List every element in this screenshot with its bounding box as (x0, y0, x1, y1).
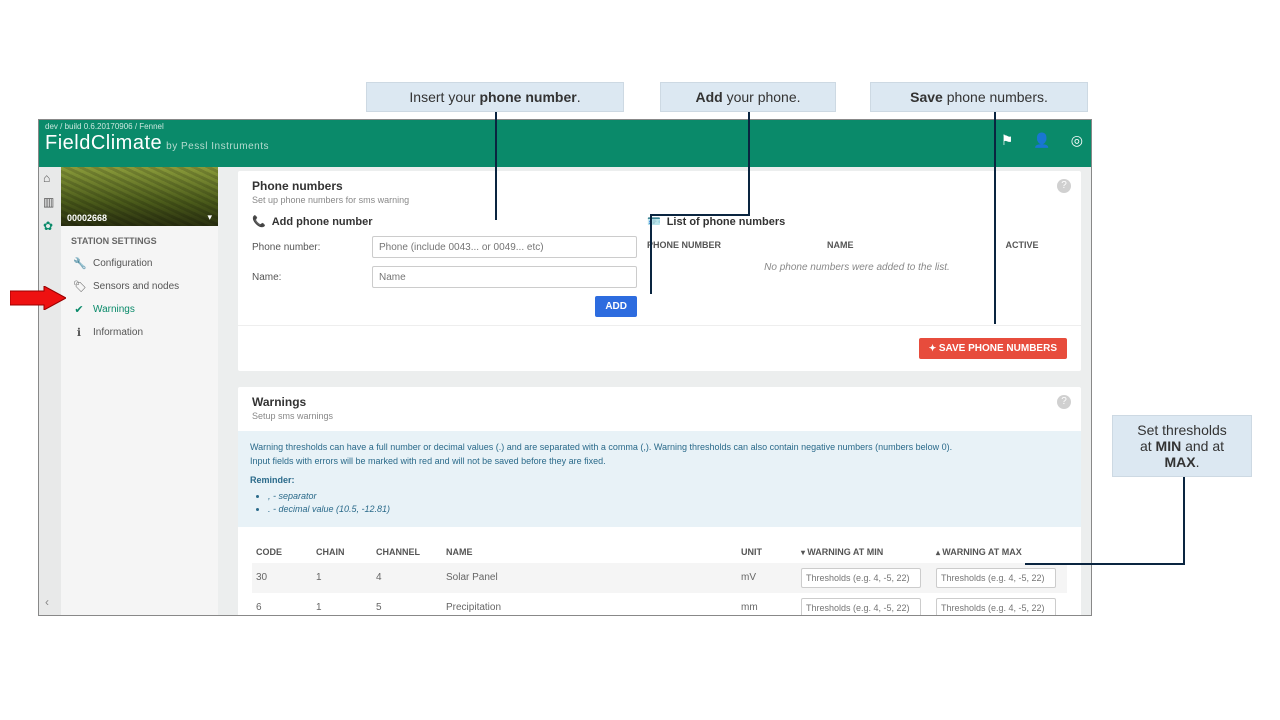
phone-name-input[interactable] (372, 266, 637, 288)
phone-number-input[interactable] (372, 236, 637, 258)
phone-subtitle: Set up phone numbers for sms warning (252, 195, 1067, 205)
station-dropdown-icon[interactable]: ▾ (207, 212, 212, 223)
station-id: 00002668 (67, 213, 107, 223)
warnings-info-box: Warning thresholds can have a full numbe… (238, 431, 1081, 527)
sidebar-header: STATION SETTINGS (61, 226, 218, 252)
callout-save-phone: Save phone numbers. (870, 82, 1088, 112)
brand-logo: FieldClimateby Pessl Instruments (45, 132, 269, 155)
tag-icon: 🏷 (73, 280, 85, 293)
content-area: ? Phone numbers Set up phone numbers for… (218, 167, 1091, 615)
connector-4v (1183, 477, 1185, 565)
threshold-min-input[interactable] (801, 568, 921, 588)
add-button[interactable]: ADD (595, 296, 637, 317)
warning-min-header[interactable]: WARNING AT MIN (797, 541, 932, 563)
connector-2 (748, 110, 750, 214)
callout-insert-phone: Insert your phone number. (366, 82, 624, 112)
build-info: dev / build 0.6.20170906 / Fennel (45, 122, 164, 131)
info-icon: ℹ (73, 326, 85, 339)
station-image[interactable]: 00002668 ▾ (61, 167, 218, 226)
stats-icon[interactable]: ▥ (43, 195, 57, 209)
warnings-table: CODE CHAIN CHANNEL NAME UNIT WARNING AT … (252, 541, 1067, 616)
sidebar: 00002668 ▾ STATION SETTINGS 🔧Configurati… (61, 167, 218, 615)
threshold-min-input[interactable] (801, 598, 921, 616)
user-icon[interactable]: 👤 (1033, 132, 1050, 149)
warnings-panel: ? Warnings Setup sms warnings Warning th… (238, 387, 1081, 615)
wrench-icon: 🔧 (73, 257, 85, 270)
warnings-title: Warnings (252, 395, 1067, 409)
phone-icon: 📞 (252, 215, 266, 228)
connector-2h (650, 214, 750, 216)
phone-table-header: PHONE NUMBERNAMEACTIVE (647, 236, 1067, 254)
home-icon[interactable]: ⌂ (43, 171, 57, 185)
warning-max-header[interactable]: WARNING AT MAX (932, 541, 1067, 563)
shield-check-icon: ✔ (73, 303, 85, 316)
sidebar-item-sensors[interactable]: 🏷Sensors and nodes (61, 275, 218, 298)
phone-name-label: Name: (252, 272, 372, 283)
save-phone-numbers-button[interactable]: SAVE PHONE NUMBERS (919, 338, 1067, 359)
flag-icon[interactable]: ⚑ (1001, 132, 1014, 149)
app-frame: dev / build 0.6.20170906 / Fennel FieldC… (38, 119, 1092, 616)
connector-4h (1025, 563, 1183, 565)
sidebar-item-configuration[interactable]: 🔧Configuration (61, 252, 218, 275)
collapse-rail-icon[interactable]: ‹ (45, 595, 49, 609)
phone-title: Phone numbers (252, 179, 1067, 193)
callout-thresholds: Set thresholds at MIN and at MAX. (1112, 415, 1252, 477)
settings-icon[interactable]: ✿ (43, 219, 57, 233)
help-icon[interactable]: ? (1057, 395, 1071, 409)
red-arrow-indicator (10, 286, 66, 310)
phone-list-header: 🪪List of phone numbers (647, 215, 1067, 228)
threshold-max-input[interactable] (936, 598, 1056, 616)
threshold-max-input[interactable] (936, 568, 1056, 588)
divider (238, 325, 1081, 326)
connector-2v (650, 214, 652, 294)
table-row: 615Precipitationmm (252, 593, 1067, 616)
warnings-subtitle: Setup sms warnings (252, 411, 1067, 421)
left-rail: ⌂ ▥ ✿ ‹ (39, 167, 61, 615)
phone-numbers-panel: ? Phone numbers Set up phone numbers for… (238, 171, 1081, 371)
table-row: 3014Solar PanelmV (252, 563, 1067, 593)
sidebar-item-information[interactable]: ℹInformation (61, 321, 218, 344)
sidebar-item-warnings[interactable]: ✔Warnings (61, 298, 218, 321)
add-phone-header: 📞Add phone number (252, 215, 637, 228)
connector-1 (495, 110, 497, 220)
topbar: dev / build 0.6.20170906 / Fennel FieldC… (39, 120, 1091, 167)
help-icon[interactable]: ? (1057, 179, 1071, 193)
connector-3 (994, 110, 996, 324)
phone-number-label: Phone number: (252, 242, 372, 253)
callout-add-phone: Add your phone. (660, 82, 836, 112)
phone-empty-message: No phone numbers were added to the list. (647, 254, 1067, 281)
broadcast-icon[interactable]: ◎ (1071, 132, 1083, 149)
